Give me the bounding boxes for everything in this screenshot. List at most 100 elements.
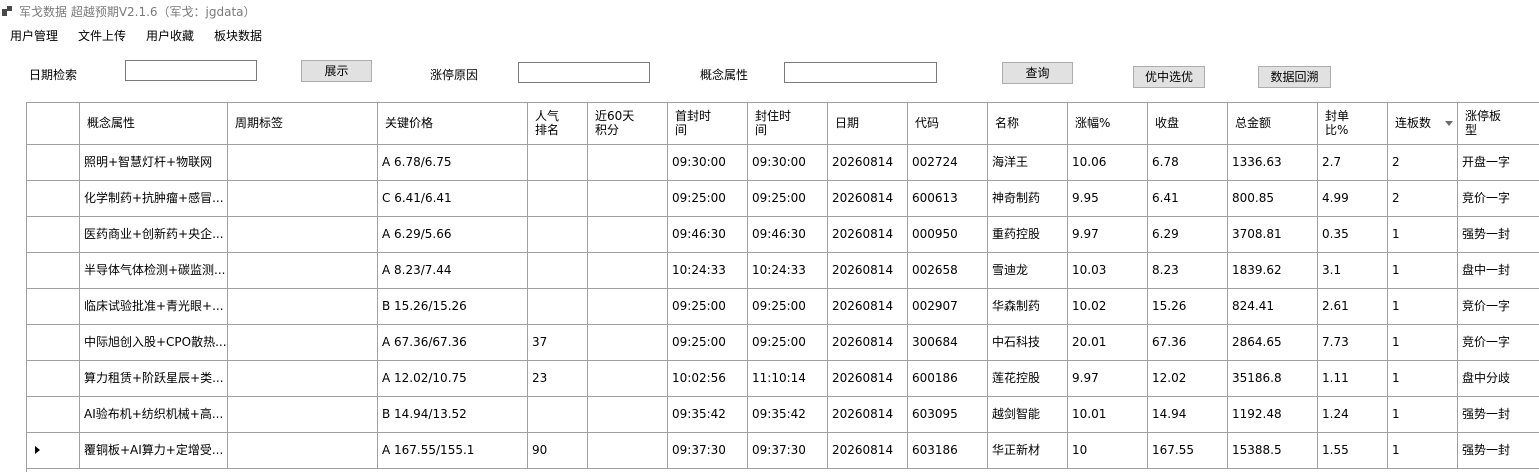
cell-limit-type[interactable]: 强势一封 bbox=[1458, 397, 1539, 432]
cell-concept-attr[interactable]: 半导体气体检测+碳监测... bbox=[80, 253, 228, 288]
cell-total-amount[interactable]: 35186.8 bbox=[1228, 361, 1318, 396]
cell-name[interactable]: 中石科技 bbox=[988, 325, 1068, 360]
cell-score-60d[interactable] bbox=[588, 253, 668, 288]
cell-code[interactable]: 002658 bbox=[908, 253, 988, 288]
cell-seal-ratio[interactable]: 3.1 bbox=[1318, 253, 1388, 288]
cell-limit-type[interactable]: 强势一封 bbox=[1458, 433, 1539, 468]
menu-user-favorites[interactable]: 用户收藏 bbox=[146, 27, 194, 44]
cell-code[interactable]: 603186 bbox=[908, 433, 988, 468]
data-backtest-button[interactable]: 数据回溯 bbox=[1258, 66, 1331, 88]
cell-score-60d[interactable] bbox=[588, 145, 668, 180]
cell-popularity-rank[interactable] bbox=[528, 253, 588, 288]
cell-seal-time[interactable]: 09:25:00 bbox=[748, 325, 828, 360]
cell-seal-ratio[interactable]: 4.99 bbox=[1318, 181, 1388, 216]
cell-name[interactable]: 重药控股 bbox=[988, 217, 1068, 252]
row-header[interactable] bbox=[27, 253, 80, 288]
cell-consecutive-boards[interactable]: 1 bbox=[1388, 325, 1458, 360]
cell-seal-ratio[interactable]: 2.7 bbox=[1318, 145, 1388, 180]
cell-popularity-rank[interactable]: 23 bbox=[528, 361, 588, 396]
cell-close[interactable]: 12.02 bbox=[1148, 361, 1228, 396]
cell-score-60d[interactable] bbox=[588, 289, 668, 324]
cell-key-price[interactable]: A 6.29/5.66 bbox=[378, 217, 528, 252]
cell-seal-time[interactable]: 09:46:30 bbox=[748, 217, 828, 252]
cell-total-amount[interactable]: 2864.65 bbox=[1228, 325, 1318, 360]
cell-total-amount[interactable]: 3708.81 bbox=[1228, 217, 1318, 252]
cell-key-price[interactable]: A 167.55/155.1 bbox=[378, 433, 528, 468]
cell-seal-ratio[interactable]: 2.61 bbox=[1318, 289, 1388, 324]
cell-change-pct[interactable]: 9.97 bbox=[1068, 217, 1148, 252]
cell-cycle-tag[interactable] bbox=[228, 253, 378, 288]
cell-date[interactable]: 20260814 bbox=[828, 145, 908, 180]
cell-concept-attr[interactable]: 医药商业+创新药+央企... bbox=[80, 217, 228, 252]
cell-date[interactable]: 20260814 bbox=[828, 433, 908, 468]
cell-first-seal-time[interactable]: 09:25:00 bbox=[668, 289, 748, 324]
cell-change-pct[interactable]: 10.03 bbox=[1068, 253, 1148, 288]
column-header-date[interactable]: 日期 bbox=[828, 103, 908, 144]
cell-seal-time[interactable]: 09:35:42 bbox=[748, 397, 828, 432]
row-header[interactable] bbox=[27, 397, 80, 432]
cell-date[interactable]: 20260814 bbox=[828, 217, 908, 252]
cell-consecutive-boards[interactable]: 1 bbox=[1388, 397, 1458, 432]
cell-limit-type[interactable]: 竞价一字 bbox=[1458, 181, 1539, 216]
table-row[interactable]: AI验布机+纺织机械+高... B 14.94/13.52 09:35:42 09:3… bbox=[27, 397, 1539, 433]
cell-score-60d[interactable] bbox=[588, 181, 668, 216]
best-pick-button[interactable]: 优中选优 bbox=[1133, 66, 1205, 88]
column-header-cycle-tag[interactable]: 周期标签 bbox=[228, 103, 378, 144]
table-row[interactable]: 临床试验批准+青光眼+... B 15.26/15.26 09:25:00 09:25… bbox=[27, 289, 1539, 325]
cell-close[interactable]: 14.94 bbox=[1148, 397, 1228, 432]
menu-sector-data[interactable]: 板块数据 bbox=[214, 27, 262, 44]
column-header-name[interactable]: 名称 bbox=[988, 103, 1068, 144]
cell-key-price[interactable]: A 67.36/67.36 bbox=[378, 325, 528, 360]
cell-key-price[interactable]: C 6.41/6.41 bbox=[378, 181, 528, 216]
cell-seal-ratio[interactable]: 1.24 bbox=[1318, 397, 1388, 432]
cell-code[interactable]: 600186 bbox=[908, 361, 988, 396]
cell-total-amount[interactable]: 1336.63 bbox=[1228, 145, 1318, 180]
row-header[interactable] bbox=[27, 433, 80, 468]
cell-seal-ratio[interactable]: 1.55 bbox=[1318, 433, 1388, 468]
cell-score-60d[interactable] bbox=[588, 397, 668, 432]
cell-close[interactable]: 6.78 bbox=[1148, 145, 1228, 180]
row-header[interactable] bbox=[27, 325, 80, 360]
cell-total-amount[interactable]: 1192.48 bbox=[1228, 397, 1318, 432]
cell-change-pct[interactable]: 9.95 bbox=[1068, 181, 1148, 216]
cell-change-pct[interactable]: 10.06 bbox=[1068, 145, 1148, 180]
cell-date[interactable]: 20260814 bbox=[828, 397, 908, 432]
cell-first-seal-time[interactable]: 09:25:00 bbox=[668, 181, 748, 216]
cell-seal-time[interactable]: 09:25:00 bbox=[748, 289, 828, 324]
cell-concept-attr[interactable]: AI验布机+纺织机械+高... bbox=[80, 397, 228, 432]
menu-file-upload[interactable]: 文件上传 bbox=[78, 27, 126, 44]
cell-first-seal-time[interactable]: 09:25:00 bbox=[668, 325, 748, 360]
cell-code[interactable]: 300684 bbox=[908, 325, 988, 360]
cell-close[interactable]: 6.29 bbox=[1148, 217, 1228, 252]
cell-seal-time[interactable]: 10:24:33 bbox=[748, 253, 828, 288]
cell-seal-time[interactable]: 09:30:00 bbox=[748, 145, 828, 180]
column-header-key-price[interactable]: 关键价格 bbox=[378, 103, 528, 144]
cell-popularity-rank[interactable] bbox=[528, 181, 588, 216]
cell-change-pct[interactable]: 20.01 bbox=[1068, 325, 1148, 360]
cell-concept-attr[interactable]: 中际旭创入股+CPO散热... bbox=[80, 325, 228, 360]
cell-name[interactable]: 莲花控股 bbox=[988, 361, 1068, 396]
cell-consecutive-boards[interactable]: 1 bbox=[1388, 433, 1458, 468]
cell-limit-type[interactable]: 盘中分歧 bbox=[1458, 361, 1539, 396]
limit-reason-input[interactable] bbox=[518, 62, 650, 83]
cell-concept-attr[interactable]: 临床试验批准+青光眼+... bbox=[80, 289, 228, 324]
row-header[interactable] bbox=[27, 361, 80, 396]
cell-name[interactable]: 越剑智能 bbox=[988, 397, 1068, 432]
cell-name[interactable]: 华正新材 bbox=[988, 433, 1068, 468]
cell-close[interactable]: 8.23 bbox=[1148, 253, 1228, 288]
cell-concept-attr[interactable]: 算力租赁+阶跃星辰+类... bbox=[80, 361, 228, 396]
cell-seal-ratio[interactable]: 0.35 bbox=[1318, 217, 1388, 252]
concept-attr-input[interactable] bbox=[784, 62, 937, 83]
cell-cycle-tag[interactable] bbox=[228, 433, 378, 468]
column-header-score-60d[interactable]: 近60天 积分 bbox=[588, 103, 668, 144]
table-row[interactable]: 半导体气体检测+碳监测... A 8.23/7.44 10:24:33 10:24:3… bbox=[27, 253, 1539, 289]
column-header-change-pct[interactable]: 涨幅% bbox=[1068, 103, 1148, 144]
cell-popularity-rank[interactable] bbox=[528, 145, 588, 180]
table-row[interactable]: 化学制药+抗肿瘤+感冒... C 6.41/6.41 09:25:00 09:25:0… bbox=[27, 181, 1539, 217]
cell-cycle-tag[interactable] bbox=[228, 181, 378, 216]
cell-consecutive-boards[interactable]: 1 bbox=[1388, 361, 1458, 396]
table-row[interactable]: 中际旭创入股+CPO散热... A 67.36/67.36 37 09:25:00 09… bbox=[27, 325, 1539, 361]
cell-close[interactable]: 67.36 bbox=[1148, 325, 1228, 360]
cell-concept-attr[interactable]: 照明+智慧灯杆+物联网 bbox=[80, 145, 228, 180]
row-header[interactable] bbox=[27, 145, 80, 180]
